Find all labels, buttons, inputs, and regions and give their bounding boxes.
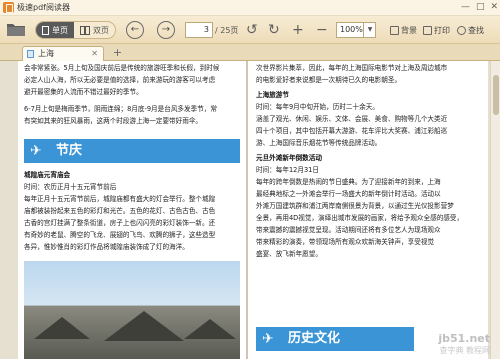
temple-photo: [24, 261, 240, 359]
tab-bar: 上海 ✕ +: [0, 44, 500, 61]
arrow-right-icon: →: [161, 24, 171, 35]
section-banner-history: ✈ 历史文化: [256, 327, 414, 351]
zoom-out-icon[interactable]: −: [316, 21, 328, 39]
tourism-heading: 上海旅游节: [256, 91, 289, 99]
previous-page-button[interactable]: ←: [126, 21, 144, 39]
print-button[interactable]: 打印: [423, 25, 450, 36]
folder-icon: [7, 24, 25, 36]
open-file-button[interactable]: [6, 21, 26, 37]
main-toolbar: 单页 双页 ← → 3 / 25页 ↺ ↻ + − 100% ▼ 背景 打印 查…: [0, 16, 500, 44]
roof-shape: [104, 311, 184, 341]
search-icon: [457, 26, 466, 35]
minimize-button[interactable]: —: [461, 1, 470, 14]
left-text-line: 6-7月上旬是梅雨季节，阴雨连绵；8月底-9月是台风多发季节，常: [24, 105, 217, 113]
arrow-left-icon: ←: [130, 24, 140, 35]
single-page-icon: [42, 25, 49, 35]
plus-icon: +: [112, 46, 123, 59]
zoom-in-icon[interactable]: +: [292, 21, 304, 39]
title-bar: 极速pdf阅读器 — □ ✕: [0, 0, 500, 16]
document-viewer[interactable]: 会非常紧张。5月上旬及国庆前后是传统的旅游旺季和长假，到时候 必定人山人海，所以…: [0, 61, 500, 359]
document-icon: [27, 50, 34, 58]
countdown-line: 最经典地标之一外滩会举行一场盛大的新年倒计时活动。活动以: [256, 190, 441, 198]
scrollbar-thumb[interactable]: [493, 75, 499, 115]
search-label: 查找: [468, 26, 484, 35]
section-title: 历史文化: [288, 331, 341, 346]
airplane-icon: ✈: [262, 331, 274, 347]
left-text-line: 避开最密集的人流而不错过最好的季节。: [24, 88, 143, 96]
close-window-button[interactable]: ✕: [490, 1, 498, 14]
background-icon: [390, 26, 399, 35]
background-button[interactable]: 背景: [390, 25, 417, 36]
roof-shape: [34, 317, 90, 339]
tab-document[interactable]: 上海 ✕: [22, 46, 104, 61]
single-page-button[interactable]: 单页: [36, 22, 74, 38]
watermark: jb51.net 查字典 教程网: [438, 333, 490, 357]
background-label: 背景: [401, 26, 417, 35]
page-number-input[interactable]: 3: [185, 22, 213, 38]
festival-line: 每年正月十五元宵节前后，城隍庙都有盛大的灯会举行。整个城隍: [24, 195, 216, 203]
watermark-line: jb51.net: [438, 332, 490, 345]
tab-label: 上海: [38, 49, 54, 58]
view-mode-toggle: 单页 双页: [35, 21, 116, 39]
tourism-line: 四十个项目，其中包括开幕大游游、花车评比大奖赛、浦江彩船巡: [256, 127, 448, 135]
countdown-line: 外滩万国建筑群和浦江两岸南側很景为背景，以通过生光仪投影营梦: [256, 202, 454, 210]
rotate-right-icon[interactable]: ↻: [268, 21, 280, 39]
printer-icon: [423, 26, 432, 35]
watermark-line: 查字典 教程网: [439, 346, 490, 355]
left-text-line: 有突如其来的狂风暴雨，这两个时段游上海一定要带好雨伞。: [24, 117, 203, 125]
page-right: 次世界影片集萃，因此，每年的上海国际电影节对上海及周边城市 的电影爱好者来说都是…: [248, 61, 488, 359]
tourism-line: 涵盖了观光、休闲、娱乐、文体、会展、美食、购物等几个大类近: [256, 115, 448, 123]
chevron-down-icon[interactable]: ▼: [363, 22, 376, 38]
window-controls: — □ ✕: [461, 1, 498, 14]
single-page-label: 单页: [52, 25, 68, 35]
airplane-icon: ✈: [30, 143, 42, 159]
double-page-label: 双页: [93, 25, 109, 35]
double-page-button[interactable]: 双页: [74, 22, 115, 38]
page-total-label: / 25页: [215, 26, 239, 35]
rotate-left-icon[interactable]: ↺: [246, 21, 258, 39]
app-logo-icon: [3, 2, 14, 13]
countdown-line: 全景，再用4D视觉，演绎出城市发展的画家，将给予观众全感的感受，: [256, 214, 464, 222]
festival-line: 各异，惟妙惟肖的彩灯作品将城隍庙装饰成了灯的海洋。: [24, 243, 189, 251]
tourism-line: 时间：每年9月中旬开始，历时二十余天。: [256, 103, 379, 111]
vertical-scrollbar[interactable]: [490, 61, 500, 359]
countdown-line: 带来精彩的演奏，带领现场所有观众欢新海关钟声，享受视觉: [256, 238, 435, 246]
countdown-heading: 元旦外滩新年倒数活动: [256, 154, 322, 162]
right-text-line: 的电影爱好者来说都是一次期待已久的电影朝圣。: [256, 76, 402, 84]
festival-line: 古香的宫灯挂满了整条街道，房子上也闪闪亮的彩灯装饰一新。还: [24, 219, 216, 227]
left-text-line: 必定人山人海，所以无必要是值的选择，前来游玩的游客可以考虑: [24, 76, 216, 84]
roof-shape: [184, 319, 236, 339]
page-left: 会非常紧张。5月上旬及国庆前后是传统的旅游旺季和长假，到时候 必定人山人海，所以…: [18, 61, 246, 359]
section-title: 节庆: [56, 143, 83, 158]
section-banner-festivals: ✈ 节庆: [24, 139, 240, 163]
festival-line: 庙都被装扮起来五色的彩灯和光芒。五色的花灯、古色古色、古色: [24, 207, 216, 215]
print-label: 打印: [434, 26, 450, 35]
left-text-line: 会非常紧张。5月上旬及国庆前后是传统的旅游旺季和长假，到时候: [24, 64, 220, 72]
tourism-line: 游、上海国际音乐烟花节等传统品牌活动。: [256, 139, 382, 147]
close-tab-icon[interactable]: ✕: [91, 47, 98, 60]
next-page-button[interactable]: →: [157, 21, 175, 39]
countdown-line: 盛宴、放飞新年愿望。: [256, 250, 322, 258]
countdown-line: 每年的跨年倒数是热闹的节日盛典。为了迎接新年的到来，上海: [256, 178, 441, 186]
festival-heading: 城隍庙元宵庙会: [24, 171, 71, 179]
new-tab-button[interactable]: +: [111, 47, 124, 59]
festival-line: 有奇妙的老鼠、腾空的飞龙、展翅的飞鸟、欢腾的狮子，这些造型: [24, 231, 216, 239]
countdown-line: 时间：每年12月31日: [256, 166, 319, 174]
app-title: 极速pdf阅读器: [17, 3, 70, 12]
maximize-button[interactable]: □: [476, 1, 485, 14]
festival-line: 时间：农历正月十五元宵节前后: [24, 183, 117, 191]
search-button[interactable]: 查找: [457, 25, 484, 36]
countdown-line: 带来震撼的震撼视觉呈现。活动期间还将有多位艺人为现场观众: [256, 226, 441, 234]
double-page-icon: [80, 25, 90, 35]
right-text-line: 次世界影片集萃，因此，每年的上海国际电影节对上海及周边城市: [256, 64, 448, 72]
